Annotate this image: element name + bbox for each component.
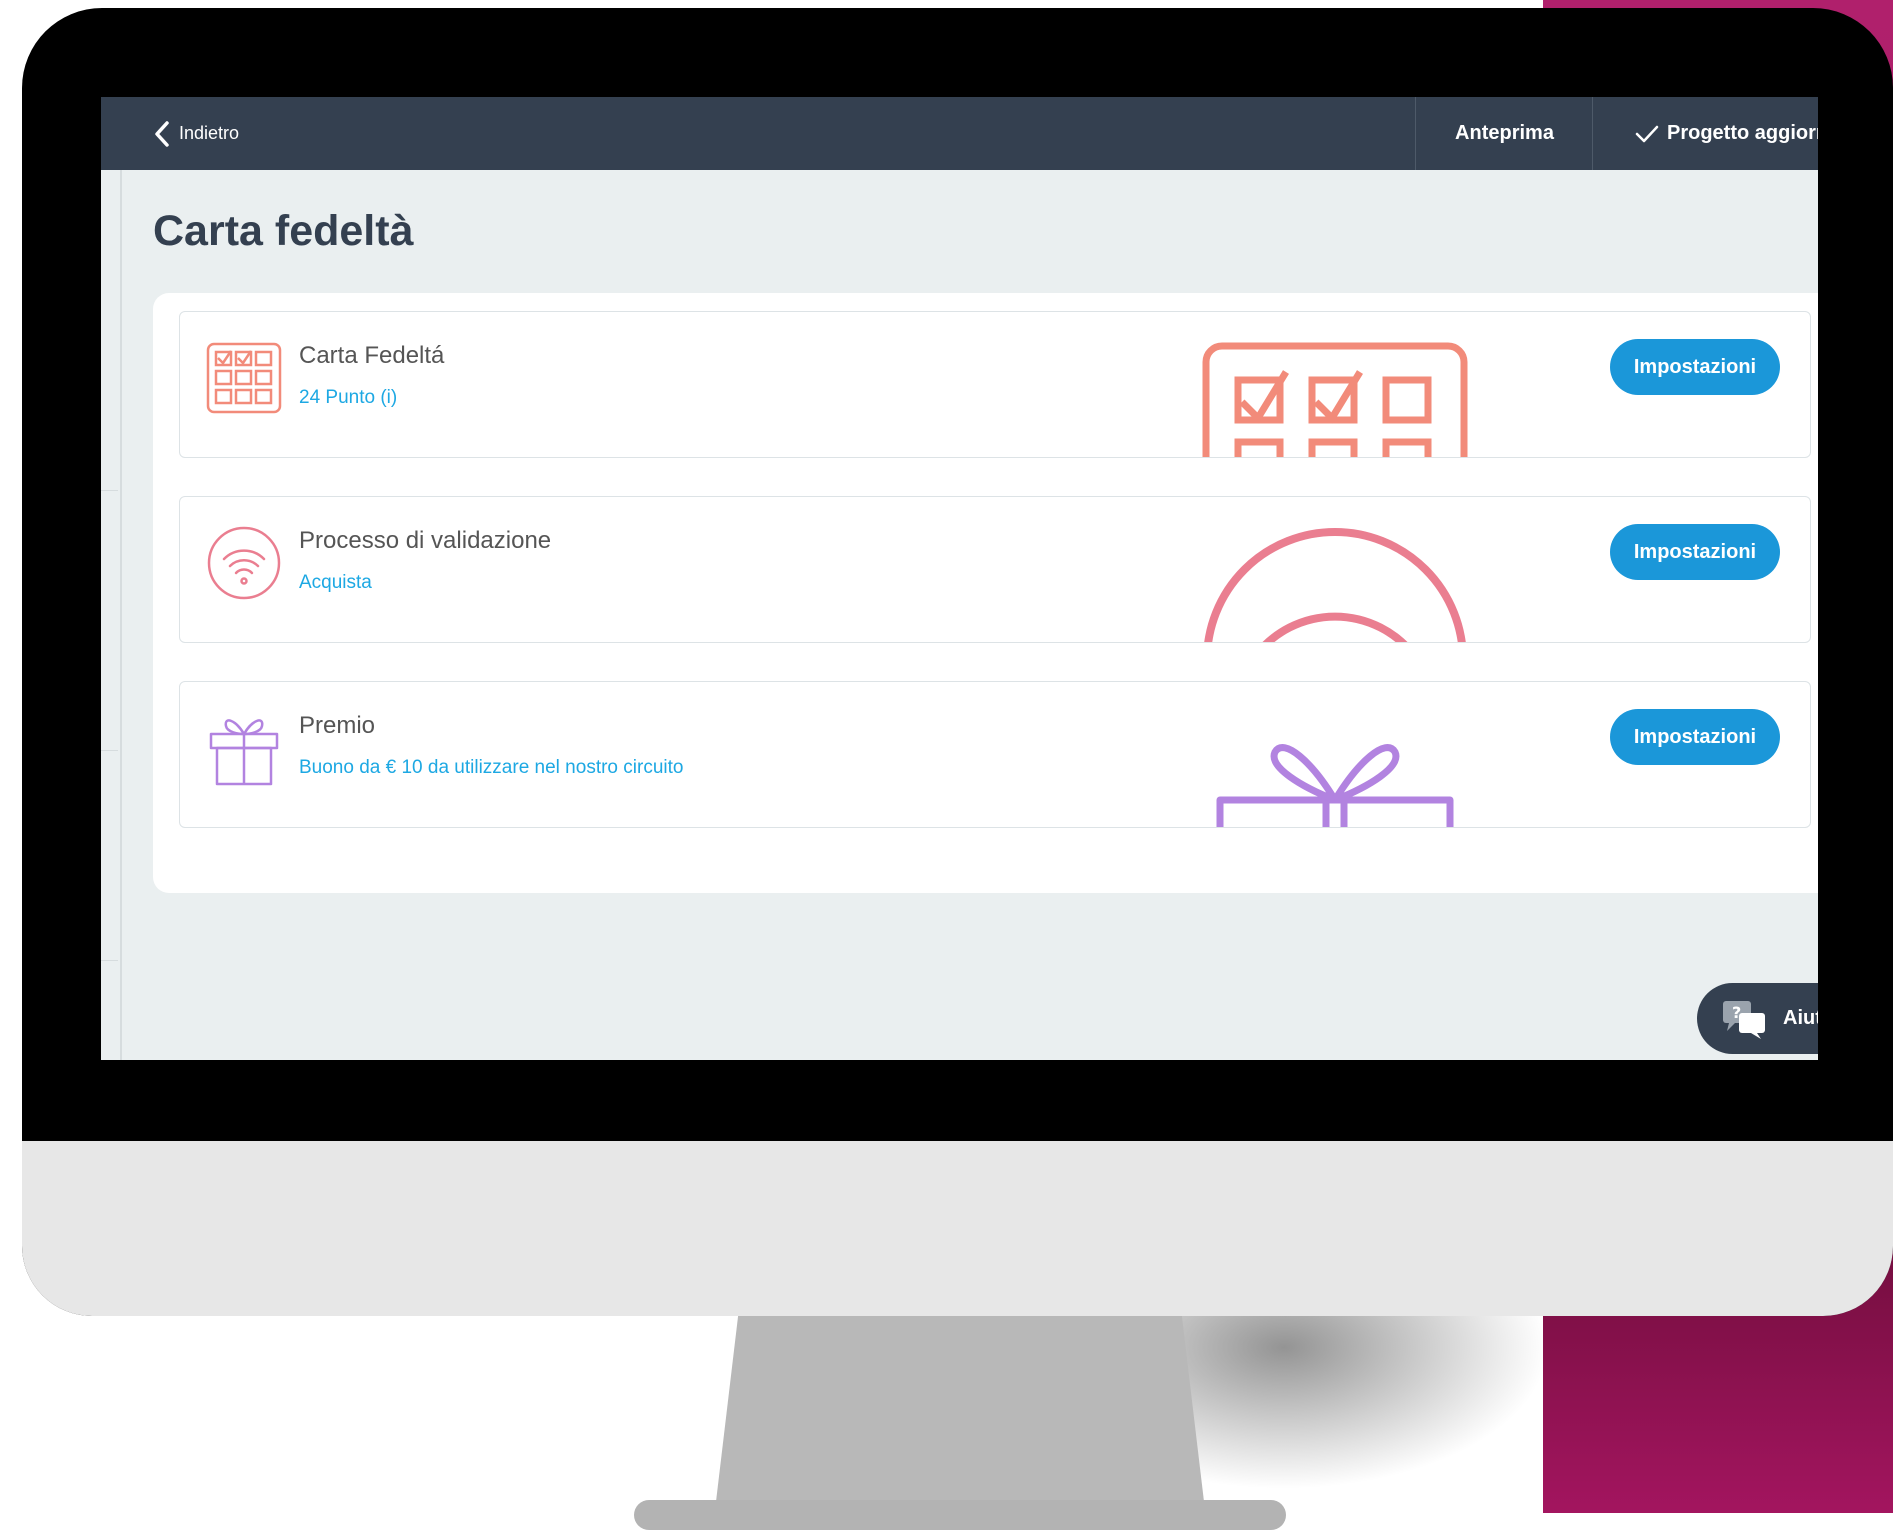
stamp-card-illustration-icon	[1202, 342, 1468, 457]
back-label: Indietro	[179, 123, 240, 143]
monitor-chin	[22, 1141, 1893, 1316]
help-chat-icon: ?	[1723, 1000, 1765, 1039]
loyalty-card-row: Carta Fedeltá 24 Punto (i) Impostazioni	[179, 311, 1811, 458]
card-subtitle: Acquista	[299, 572, 372, 593]
sidebar-divider	[101, 960, 118, 961]
reward-row: Premio Buono da € 10 da utilizzare nel n…	[179, 681, 1811, 828]
help-label: Aiuto	[1783, 1007, 1818, 1029]
project-status-label: Progetto aggiornat	[1667, 122, 1818, 144]
monitor-stand-base	[634, 1500, 1286, 1530]
validation-settings-button[interactable]: Impostazioni	[1610, 524, 1780, 580]
wifi-signal-icon	[206, 525, 282, 601]
card-title: Processo di validazione	[299, 527, 552, 554]
settings-panel: Carta Fedeltá 24 Punto (i) Impostazioni	[153, 293, 1818, 893]
monitor-frame: Indietro Anteprima Progetto aggiornat Ca…	[22, 8, 1893, 1316]
project-status-button[interactable]: Progetto aggiornat	[1592, 97, 1818, 170]
sidebar-divider	[101, 490, 118, 491]
checkmark-icon	[1635, 125, 1659, 142]
help-button[interactable]: ? Aiuto	[1697, 983, 1818, 1054]
monitor-stand	[715, 1300, 1205, 1510]
stand-shadow	[1170, 1300, 1550, 1490]
preview-button[interactable]: Anteprima	[1415, 97, 1593, 170]
page-title: Carta fedeltà	[153, 207, 414, 255]
card-title: Carta Fedeltá	[299, 342, 445, 369]
button-label: Impostazioni	[1633, 725, 1757, 748]
back-button[interactable]: Indietro	[153, 97, 239, 170]
button-label: Impostazioni	[1633, 355, 1757, 378]
left-sidebar-edge	[101, 170, 122, 1060]
preview-label: Anteprima	[1455, 122, 1554, 144]
reward-settings-button[interactable]: Impostazioni	[1610, 709, 1780, 765]
loyalty-card-settings-button[interactable]: Impostazioni	[1610, 339, 1780, 395]
card-subtitle: 24 Punto (i)	[299, 387, 398, 408]
button-label: Impostazioni	[1633, 540, 1757, 563]
card-subtitle: Buono da € 10 da utilizzare nel nostro c…	[299, 757, 684, 778]
gift-illustration-icon	[1202, 712, 1468, 827]
card-title: Premio	[299, 712, 376, 739]
wifi-signal-illustration-icon	[1202, 527, 1468, 642]
stamp-card-icon	[206, 340, 282, 416]
gift-icon	[206, 710, 282, 786]
validation-process-row: Processo di validazione Acquista Imposta…	[179, 496, 1811, 643]
top-bar: Indietro Anteprima Progetto aggiornat	[101, 97, 1818, 170]
chevron-left-icon	[155, 120, 169, 147]
app-screen: Indietro Anteprima Progetto aggiornat Ca…	[101, 97, 1818, 1060]
sidebar-divider	[101, 750, 118, 751]
